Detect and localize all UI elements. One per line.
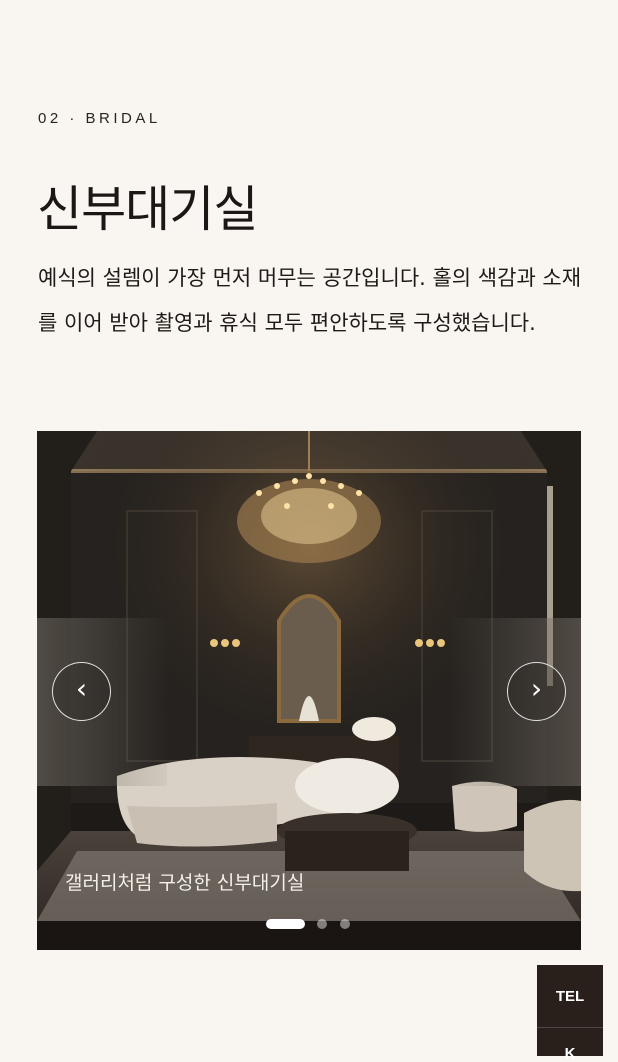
chevron-left-icon: ‹ [75,672,88,705]
divider [537,1027,603,1028]
tel-button[interactable]: TEL [537,988,603,1005]
pagination-dot-3[interactable] [340,919,350,929]
floating-contact-bar: TEL K [537,965,603,1062]
kakao-button[interactable]: K [537,1045,603,1062]
image-slider[interactable]: ‹ › 갤러리처럼 구성한 신부대기실 [37,431,581,950]
pagination-dot-1[interactable] [266,919,305,929]
chevron-right-icon: › [530,672,543,705]
next-slide-button[interactable]: › [507,662,566,721]
pagination-dot-2[interactable] [317,919,327,929]
page-title: 신부대기실 [37,181,258,238]
slide-caption: 갤러리처럼 구성한 신부대기실 [65,872,305,894]
section-description: 예식의 설렘이 가장 먼저 머무는 공간입니다. 홀의 색감과 소재를 이어 받… [38,266,582,335]
section-eyebrow: 02 · BRIDAL [38,110,161,127]
prev-slide-button[interactable]: ‹ [52,662,111,721]
